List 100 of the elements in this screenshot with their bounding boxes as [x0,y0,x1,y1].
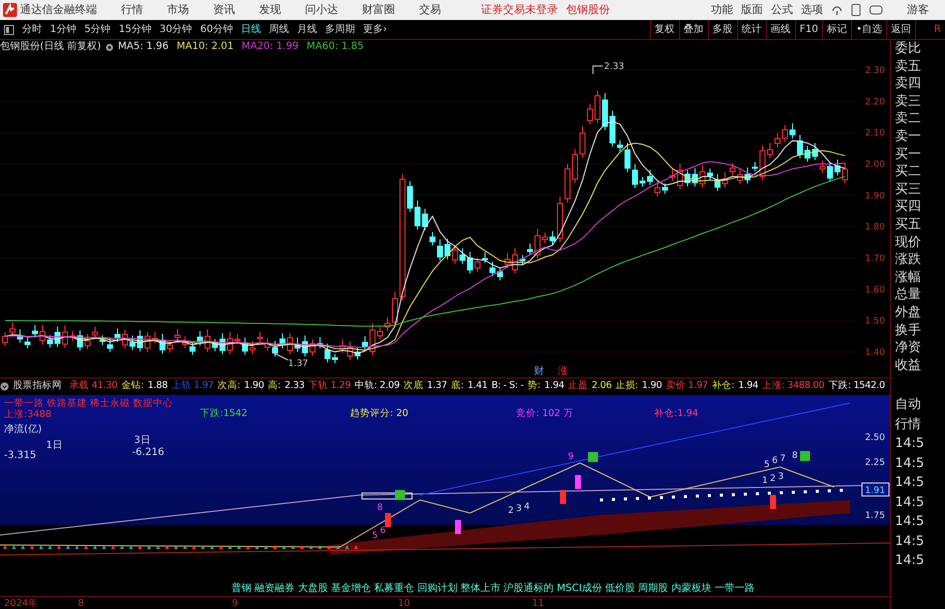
toolbar-button[interactable]: 多股 [708,20,737,39]
quote-field-label[interactable]: 买一 [895,146,945,164]
toolbar-button[interactable]: •自选 [851,20,886,39]
price-axis-label: 1.40 [864,348,885,358]
dropdown-icon [0,382,9,390]
indicator-text: 中轨: 2.09 [354,379,400,393]
side-list-item[interactable]: 行情 [895,414,945,434]
indicator-text: 上涨: 3488.00 [762,379,824,393]
menu-item[interactable]: 发现 [259,2,281,18]
period-tab[interactable]: 60分钟 [196,22,237,37]
menu-item[interactable]: 公式 [771,2,793,18]
indicator-text: 底: [450,379,464,393]
period-tab[interactable]: 月线 [292,22,321,37]
menu-item[interactable]: 资讯 [213,2,235,18]
signal-bar [455,520,461,534]
date-axis-label: 9 [232,597,238,609]
toolbar-button[interactable]: 复权 [650,20,679,39]
flow-value: -6.216 [132,447,164,458]
side-list-item[interactable]: 14:5 [895,512,945,532]
side-list-item[interactable]: 自动 [895,395,945,414]
period-tab[interactable]: 30分钟 [155,22,196,37]
moving-average-label: MA60: 1.85 [306,40,364,54]
quote-field-label[interactable]: 卖四 [895,75,945,93]
indicator-text: B: - S: - [492,379,524,393]
signal-bar [575,475,581,489]
indicator-text: 2.33 [284,379,305,393]
menu-item[interactable]: 问小达 [305,2,338,18]
flow-value: -3.315 [4,450,36,461]
toolbar-button[interactable]: 返回 [886,20,915,39]
quote-field-label[interactable]: 委比 [895,40,945,58]
stock-name[interactable]: 包钢股份 [566,2,610,18]
side-list-item[interactable]: 14:5 [895,551,945,570]
quote-field-label[interactable]: 收益 [895,356,945,374]
quote-field-label[interactable]: 买二 [895,163,945,181]
login-notice[interactable]: 证券交易未登录 [481,2,558,18]
net-flow-title: 净流(亿) [4,424,42,435]
indicator-text: 补仓:1.94 [654,408,698,419]
toolbar-button[interactable]: 画线 [766,20,795,39]
side-list-item[interactable]: 14:5 [895,532,945,551]
user-name[interactable]: 游客 [907,2,929,18]
quote-field-label[interactable]: 换手 [895,322,945,340]
price-axis-label: 2.30 [864,66,885,76]
menu-item[interactable]: 功能 [711,2,733,18]
wave-count-label: 6 [772,456,778,466]
side-list-item[interactable]: 14:5 [895,492,945,512]
high-price-label: 2.33 [604,62,624,72]
indicator-axis-label: 2.25 [864,458,885,468]
period-tab[interactable]: 日线 [236,22,265,37]
quote-field-label[interactable]: 卖一 [895,128,945,146]
indicator-text: 次底 [404,379,423,393]
period-tab[interactable]: 分时 [18,22,46,37]
quote-field-label[interactable]: 买五 [895,216,945,234]
menu-item[interactable]: 版面 [741,2,763,18]
period-tab[interactable]: 15分钟 [114,22,156,37]
toolbar-button[interactable]: F10 [794,20,822,39]
indicator-text: 补仓: [712,379,734,393]
toolbar-button[interactable]: 标记 [822,20,852,39]
wave-count-label: 5 [372,531,378,541]
wave-count-label: 6 [380,526,386,536]
wave-count-label: 2 [508,506,514,516]
quote-field-label[interactable]: 外盘 [895,304,945,322]
menu-item[interactable]: 选项 [801,2,823,18]
indicator-text: 上涨:3488 [4,409,52,420]
period-tab[interactable]: 1分钟 [46,22,80,37]
period-tab[interactable]: 多周期 [320,22,359,37]
toolbar-button[interactable]: 统计 [736,20,766,39]
quote-field-label[interactable]: 卖二 [895,110,945,128]
concept-tags-text: 普钢 融资融券 大盘股 基金增仓 私募重仓 回购计划 整体上市 沪股通标的 MSCI成份 低价股 周期股 内蒙板块 一带一路 [230,582,756,596]
wave-count-label: 3 [778,472,784,482]
quote-field-label[interactable]: 卖五 [895,58,945,76]
side-list-item[interactable]: 14:5 [895,454,945,473]
menu-item[interactable]: 交易 [419,2,441,18]
period-tab[interactable]: 周线 [264,22,293,37]
phone-icon [851,4,861,16]
date-axis-label: 11 [532,597,544,609]
period-tab[interactable]: 更多› [358,22,391,37]
side-list-item[interactable]: 14:5 [895,434,945,454]
quote-field-label[interactable]: 卖三 [895,92,945,110]
signal-bar [560,490,566,504]
menu-item[interactable]: 行情 [121,2,143,18]
indicator-text: 2.06 [592,379,612,393]
side-list-item[interactable]: 14:5 [895,473,945,492]
quote-field-label[interactable]: 净资 [895,339,945,357]
indicator-text: 金钻: [121,379,144,393]
indicator-name[interactable]: 股票指标网 [13,379,62,393]
menu-item[interactable]: 财富圈 [362,2,395,18]
indicator-text: 高: [268,379,281,393]
date-axis-label: 8 [78,597,84,609]
indicator-text: 止盈 [568,379,588,393]
toolbar-button[interactable]: 叠加 [678,20,708,39]
quote-field-label[interactable]: 买三 [895,180,945,198]
quote-field-label[interactable]: 总量 [895,286,945,304]
menu-item[interactable]: 市场 [167,2,189,18]
signal-bar [385,513,391,527]
period-tab[interactable]: 5分钟 [80,22,115,37]
quote-field-label[interactable]: 现价 [895,234,945,252]
quote-field-label[interactable]: 涨跌 [895,251,945,269]
quote-field-label[interactable]: 涨幅 [895,268,945,286]
gear-icon [104,42,114,52]
quote-field-label[interactable]: 买四 [895,198,945,216]
